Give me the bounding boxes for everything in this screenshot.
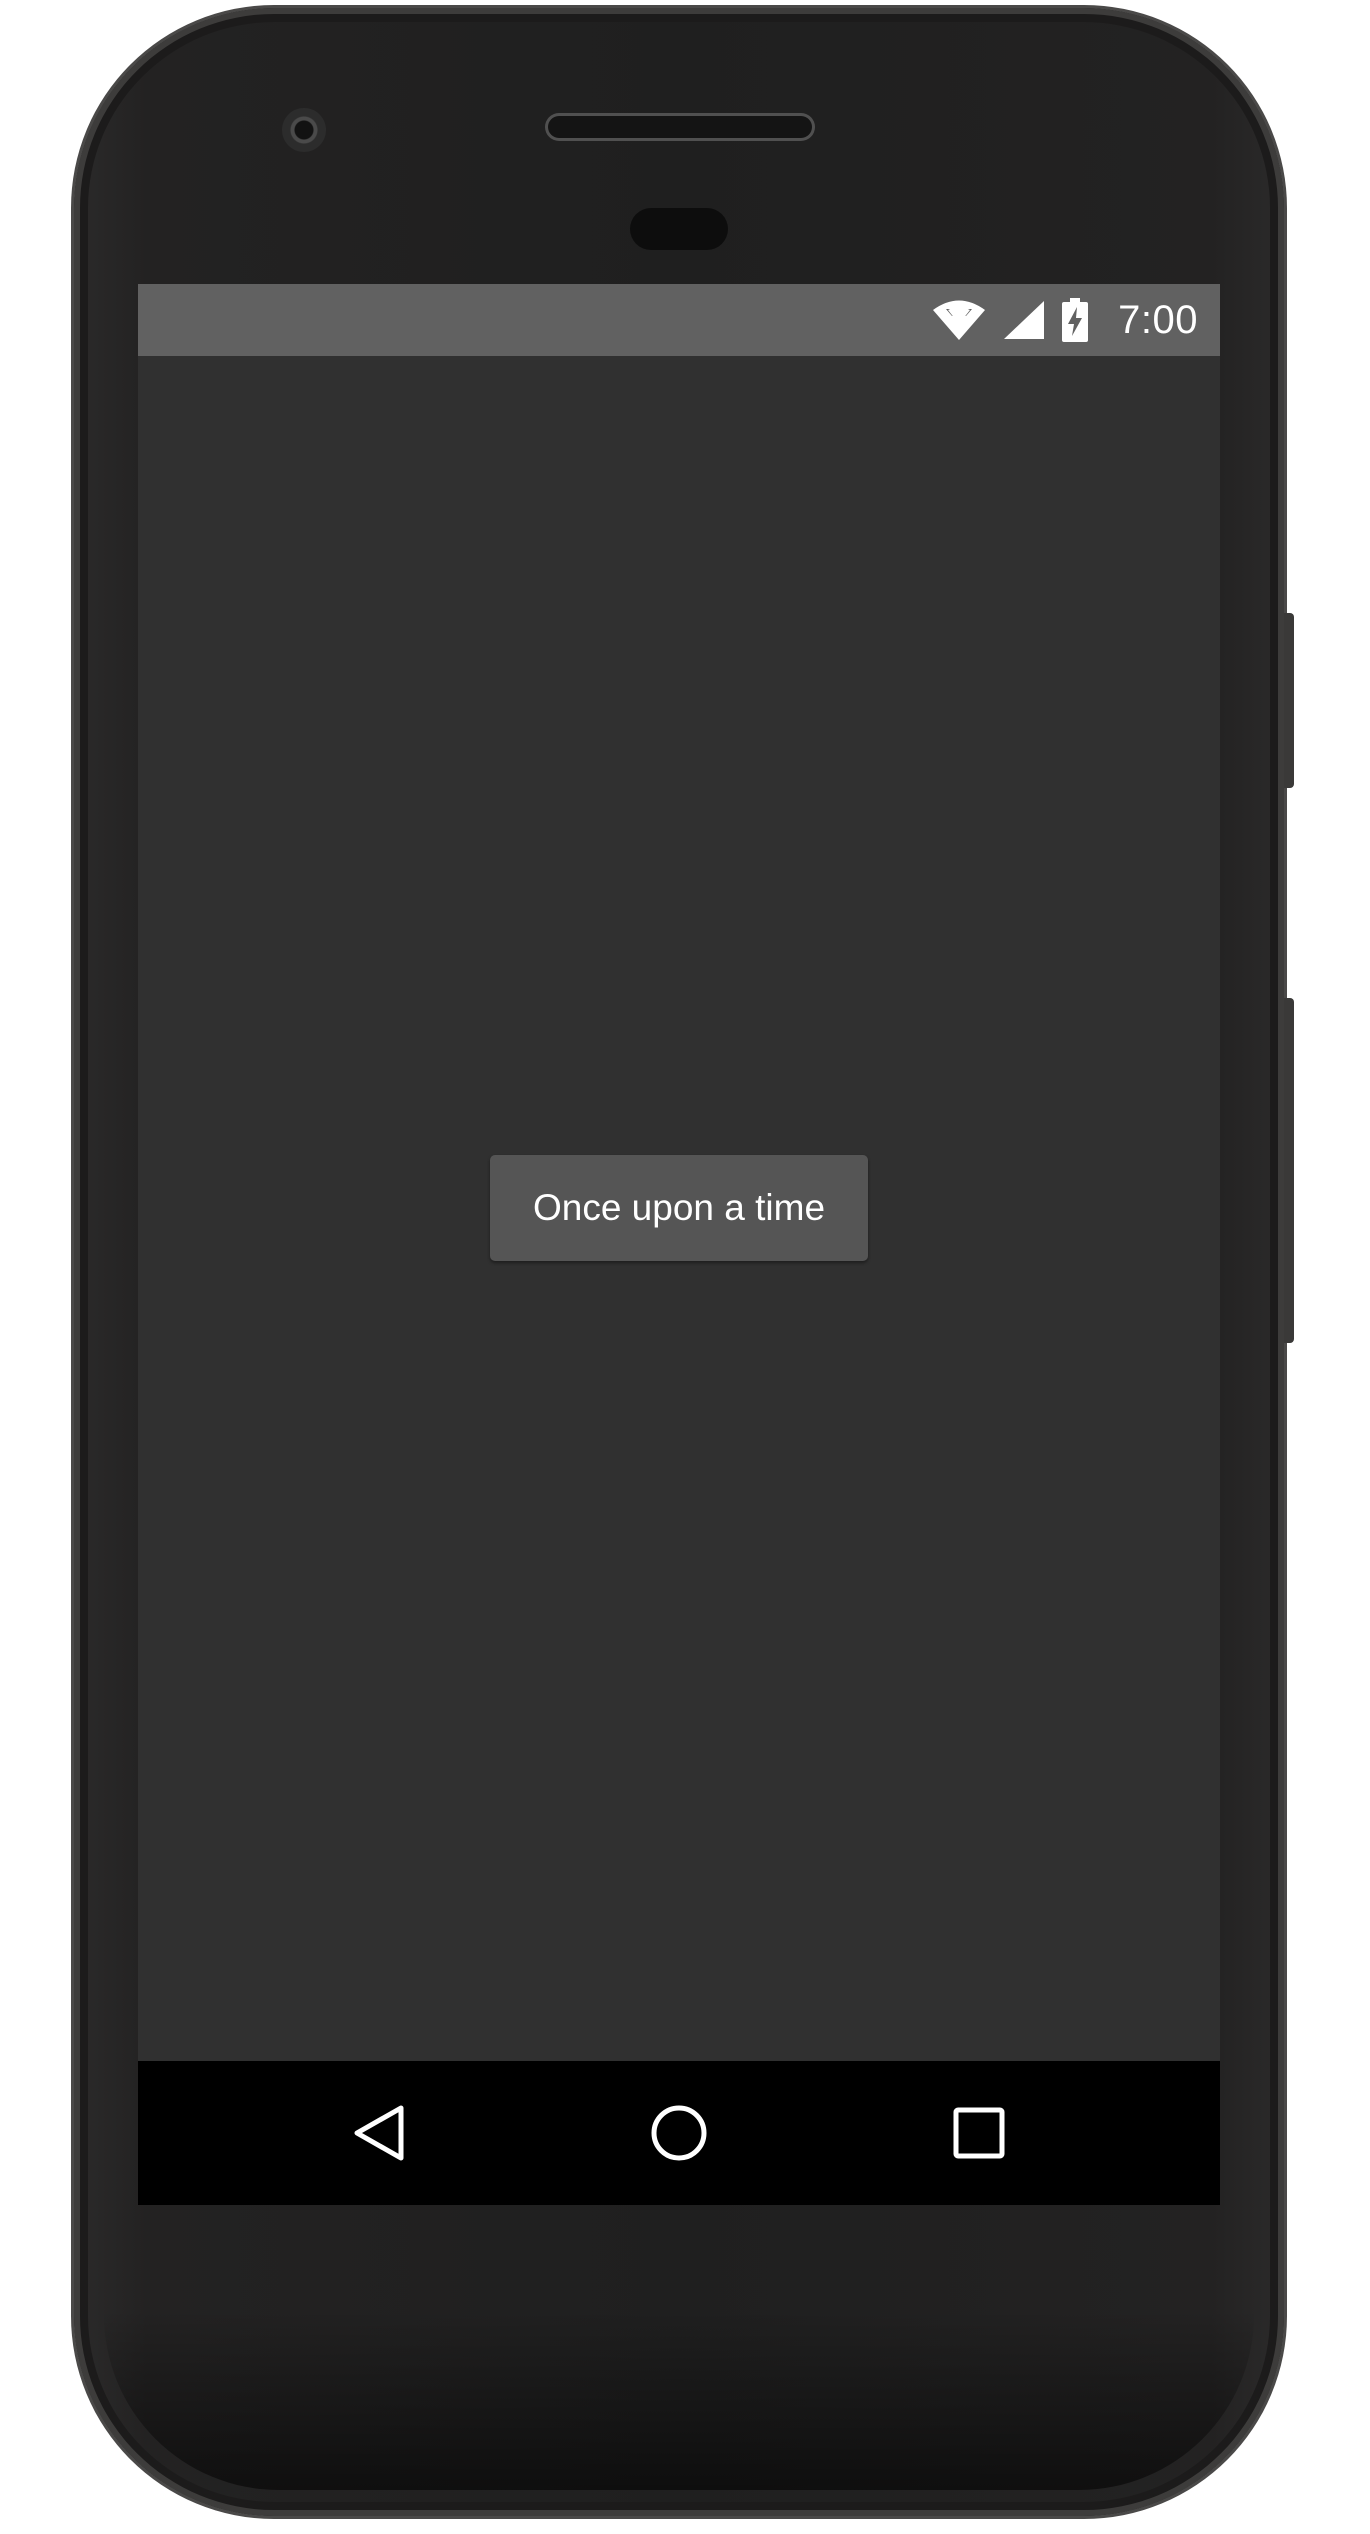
volume-rocker	[1284, 998, 1294, 1343]
device-screen: 7:00 Once upon a time	[138, 284, 1220, 2205]
battery-charging-icon	[1062, 298, 1089, 342]
home-icon	[651, 2105, 707, 2161]
home-button[interactable]	[643, 2097, 715, 2169]
back-button[interactable]	[343, 2097, 415, 2169]
status-bar: 7:00	[138, 284, 1220, 356]
earpiece-speaker	[548, 116, 812, 138]
recents-icon	[953, 2107, 1005, 2159]
app-content: Once upon a time	[138, 356, 1220, 2061]
cell-signal-icon	[1002, 299, 1046, 341]
status-time: 7:00	[1118, 297, 1198, 342]
power-button	[1284, 613, 1294, 788]
status-icons: 7:00	[932, 284, 1198, 356]
proximity-sensor	[630, 208, 728, 250]
wifi-icon	[932, 299, 986, 341]
recents-button[interactable]	[943, 2097, 1015, 2169]
once-upon-a-time-button[interactable]: Once upon a time	[490, 1155, 868, 1261]
back-icon	[354, 2105, 404, 2161]
front-camera-icon	[282, 108, 326, 152]
device-chin	[104, 2310, 1254, 2490]
navigation-bar	[138, 2061, 1220, 2205]
